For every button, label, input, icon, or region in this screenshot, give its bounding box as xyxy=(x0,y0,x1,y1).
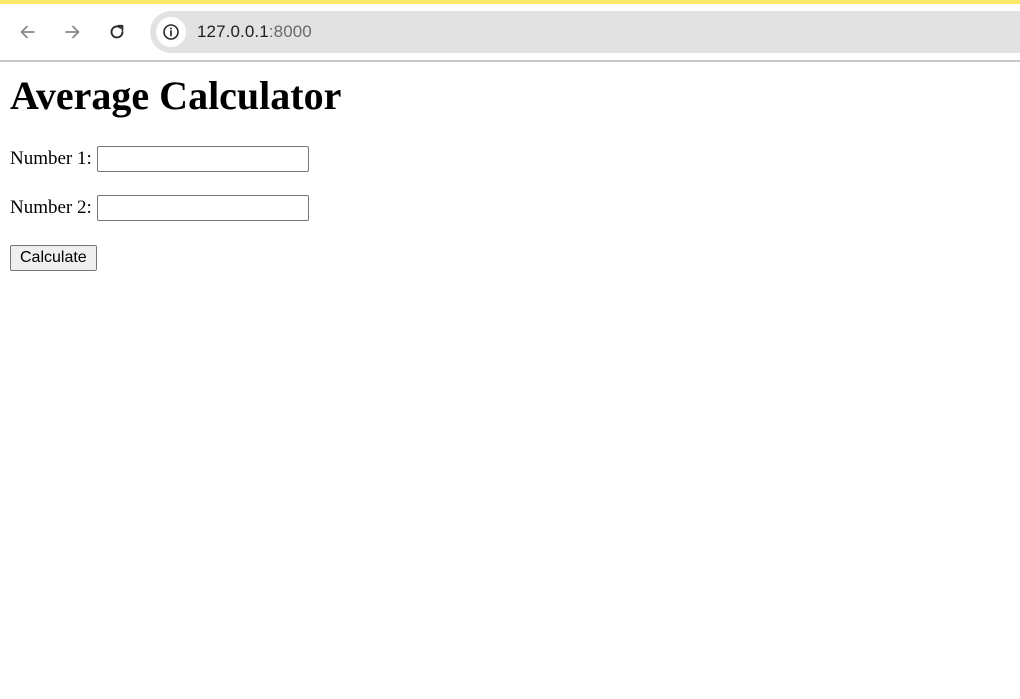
number-1-label: Number 1: xyxy=(10,148,92,169)
number-2-label: Number 2: xyxy=(10,197,92,218)
site-info-button[interactable] xyxy=(156,17,186,47)
window-top-accent xyxy=(0,0,1020,4)
arrow-left-icon xyxy=(20,25,35,39)
back-button[interactable] xyxy=(12,16,44,48)
address-bar[interactable]: 127.0.0.1:8000 xyxy=(150,11,1020,53)
page-title: Average Calculator xyxy=(10,73,342,118)
browser-toolbar: 127.0.0.1:8000 xyxy=(0,0,1020,62)
number-1-row: Number 1: xyxy=(10,146,309,172)
calculate-button[interactable]: Calculate xyxy=(10,245,97,271)
number-1-input[interactable] xyxy=(96,146,309,172)
arrow-right-icon xyxy=(65,25,80,39)
forward-button[interactable] xyxy=(56,16,88,48)
url-host: 127.0.0.1 xyxy=(197,22,269,41)
number-2-input[interactable] xyxy=(96,195,309,221)
reload-button[interactable] xyxy=(101,16,133,48)
info-icon xyxy=(163,24,179,40)
number-2-row: Number 2: xyxy=(10,195,309,221)
url-port: :8000 xyxy=(268,22,312,41)
reload-icon xyxy=(110,24,124,39)
page-content: Average Calculator Number 1: Number 2: C… xyxy=(0,62,1020,699)
url-text[interactable]: 127.0.0.1:8000 xyxy=(197,22,312,42)
